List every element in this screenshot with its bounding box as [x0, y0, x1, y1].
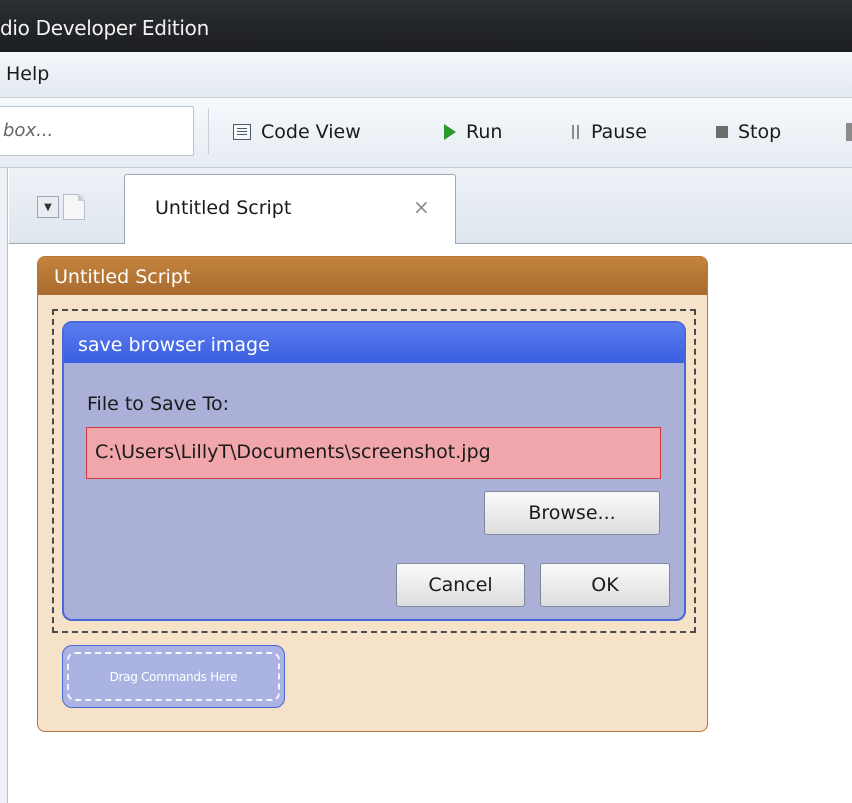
title-bar: dio Developer Edition	[0, 0, 852, 52]
save-browser-image-command[interactable]: save browser image File to Save To: Brow…	[62, 321, 686, 621]
menu-help[interactable]: Help	[6, 63, 49, 85]
stop-button[interactable]: Stop	[716, 118, 781, 146]
stop-icon	[716, 126, 728, 138]
window-title: dio Developer Edition	[0, 16, 209, 40]
pause-label: Pause	[591, 121, 647, 143]
code-view-button[interactable]: Code View	[233, 118, 361, 146]
new-document-icon[interactable]	[63, 194, 85, 220]
dropdown-arrow-icon: ▼	[44, 201, 52, 213]
pause-button[interactable]: Pause	[571, 118, 647, 146]
cancel-button[interactable]: Cancel	[396, 563, 525, 607]
search-input[interactable]	[3, 120, 183, 141]
pause-icon	[571, 125, 581, 139]
ok-button[interactable]: OK	[540, 563, 670, 607]
play-icon	[444, 124, 456, 140]
run-label: Run	[466, 121, 503, 143]
stop-label: Stop	[738, 121, 782, 143]
search-box[interactable]	[0, 106, 194, 156]
file-to-save-label: File to Save To:	[87, 393, 230, 415]
menu-bar: Help	[0, 52, 852, 98]
drag-commands-target[interactable]: Drag Commands Here	[62, 645, 285, 708]
file-path-input[interactable]	[95, 441, 650, 463]
tab-list-dropdown-button[interactable]: ▼	[37, 196, 59, 218]
tab-strip: ▼ Untitled Script ×	[9, 168, 852, 244]
run-button[interactable]: Run	[444, 118, 502, 146]
toolbar-overflow-icon[interactable]	[846, 123, 852, 141]
code-view-label: Code View	[261, 121, 361, 143]
tab-untitled-script[interactable]: Untitled Script ×	[124, 174, 456, 244]
tab-label: Untitled Script	[155, 197, 292, 219]
browse-button[interactable]: Browse...	[484, 491, 660, 535]
command-title[interactable]: save browser image	[64, 323, 684, 363]
toolbar-separator	[208, 108, 209, 154]
drag-commands-hint: Drag Commands Here	[67, 652, 280, 701]
toolbar: Code View Run Pause Stop	[0, 98, 852, 168]
close-icon[interactable]: ×	[413, 195, 430, 219]
code-view-icon	[233, 124, 251, 140]
script-title: Untitled Script	[38, 257, 707, 295]
left-panel-edge	[0, 168, 8, 803]
file-path-field[interactable]	[86, 427, 661, 479]
